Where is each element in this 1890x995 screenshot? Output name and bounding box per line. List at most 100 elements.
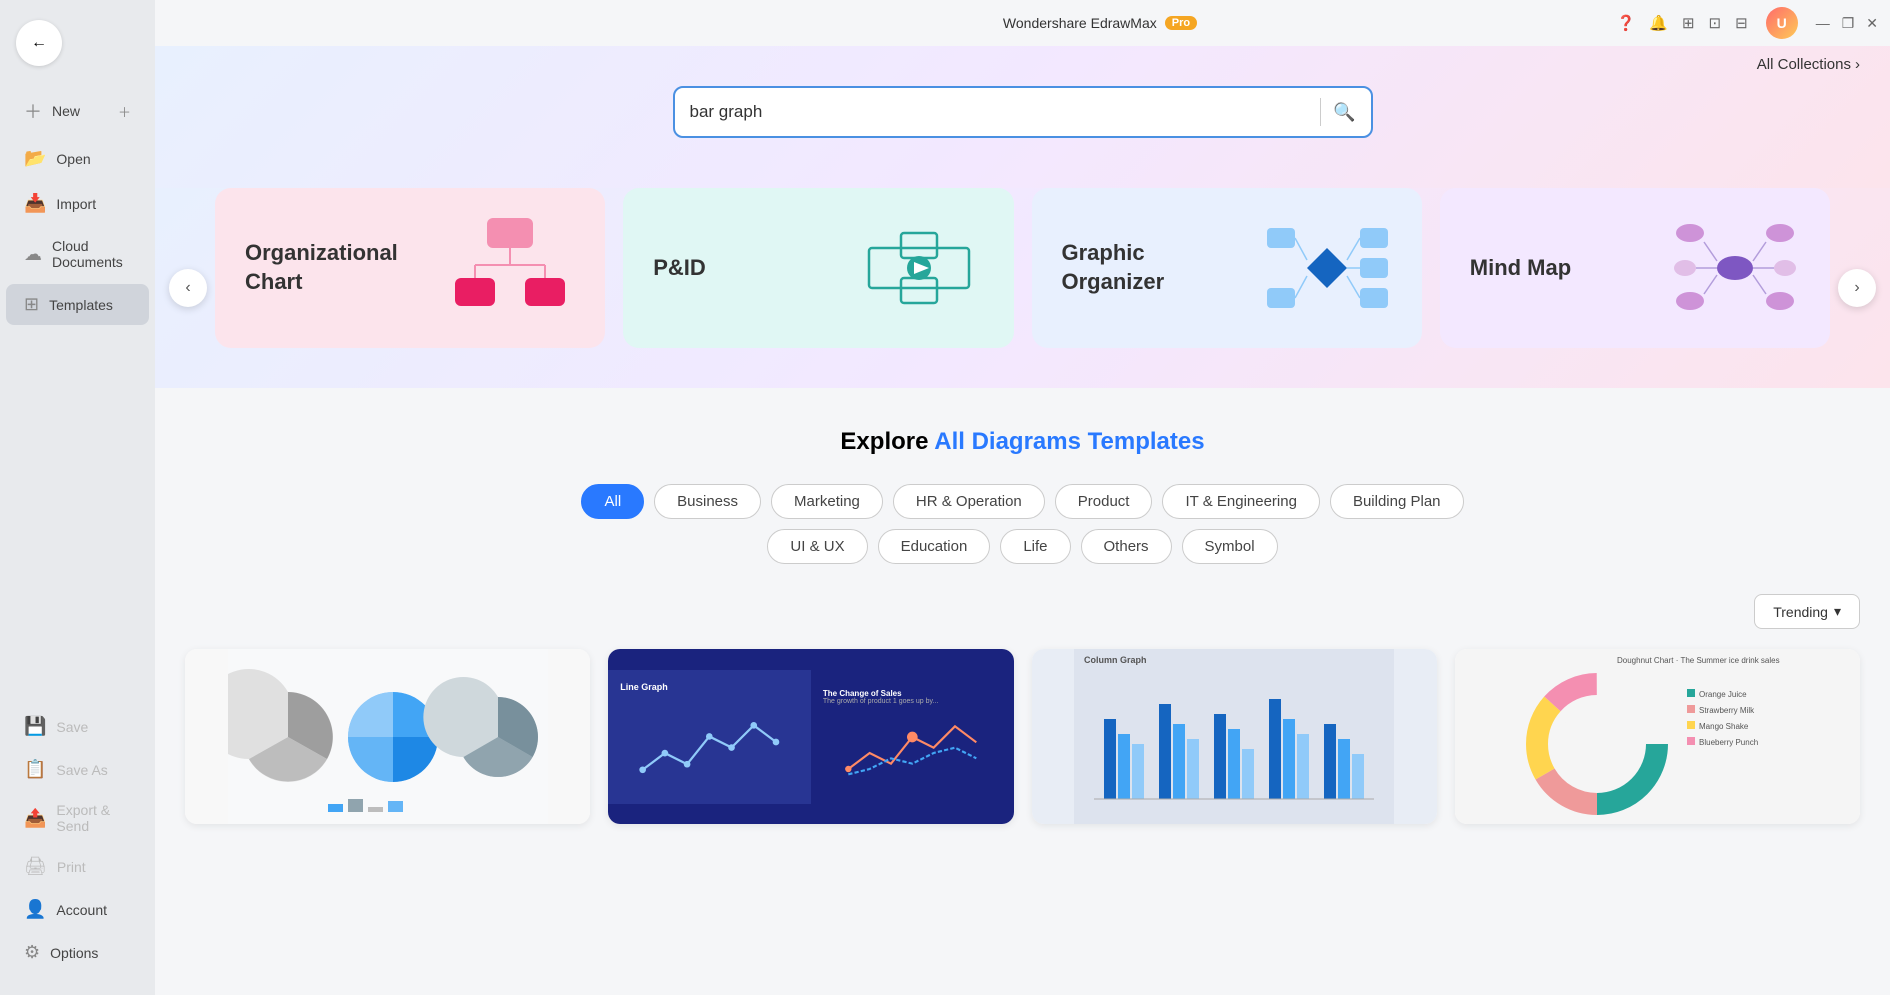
chevron-right-icon: › xyxy=(1855,56,1860,73)
sidebar-item-options[interactable]: ⚙ Options xyxy=(6,932,149,973)
filter-life[interactable]: Life xyxy=(1000,529,1070,564)
explore-section: Explore All Diagrams Templates All Busin… xyxy=(155,388,1890,584)
template-thumbnail-pie xyxy=(185,649,590,824)
sidebar-item-saveas[interactable]: 📋 Save As xyxy=(6,749,149,790)
app-name: Wondershare EdrawMax xyxy=(1003,15,1157,31)
template-card-pie[interactable] xyxy=(185,649,590,824)
sidebar-bottom: 💾 Save 📋 Save As 📤 Export & Send 🖨 Print… xyxy=(0,704,155,985)
search-icon[interactable]: 🔍 xyxy=(1333,102,1355,123)
sidebar-item-label: Save xyxy=(56,719,88,735)
sidebar-item-label: Import xyxy=(56,196,96,212)
template-grid: Line Graph The Change of Sales The g xyxy=(155,639,1890,854)
window-controls: — ❐ ✕ xyxy=(1816,15,1878,32)
carousel: Organizational Chart xyxy=(215,188,1830,348)
sidebar-item-import[interactable]: 📥 Import xyxy=(6,183,149,224)
template-card-doughnut[interactable]: Doughnut Chart · The Summer ice drink sa… xyxy=(1455,649,1860,824)
sidebar-item-save[interactable]: 💾 Save xyxy=(6,706,149,747)
new-icon: ＋ xyxy=(24,98,42,124)
sidebar-item-templates[interactable]: ⊞ Templates xyxy=(6,284,149,325)
sidebar-item-new[interactable]: ＋ New ＋ xyxy=(6,88,149,134)
filter-ui[interactable]: UI & UX xyxy=(767,529,867,564)
back-button[interactable]: ← xyxy=(16,20,62,66)
trending-dropdown[interactable]: Trending ▾ xyxy=(1754,594,1860,629)
carousel-card-img-org xyxy=(445,208,575,328)
titlebar: Wondershare EdrawMax Pro ❓ 🔔 ⊞ ⊡ ⊟ U — ❐… xyxy=(310,0,1890,46)
save-icon: 💾 xyxy=(24,716,46,737)
template-thumbnail-line: Line Graph The Change of Sales The g xyxy=(608,649,1013,824)
import-icon: 📥 xyxy=(24,193,46,214)
sidebar-item-label: Export & Send xyxy=(56,802,131,834)
help-icon[interactable]: ❓ xyxy=(1617,14,1636,32)
cloud-icon: ☁ xyxy=(24,244,42,265)
sidebar-item-print[interactable]: 🖨 Print xyxy=(6,846,149,887)
sidebar-item-cloud[interactable]: ☁ Cloud Documents xyxy=(6,228,149,280)
sidebar-item-export[interactable]: 📤 Export & Send xyxy=(6,792,149,844)
sidebar-item-label: Account xyxy=(56,902,107,918)
sidebar-item-open[interactable]: 📂 Open xyxy=(6,138,149,179)
grid-icon[interactable]: ⊞ xyxy=(1682,14,1695,32)
filter-building[interactable]: Building Plan xyxy=(1330,484,1464,519)
chevron-left-icon: ‹ xyxy=(185,279,190,297)
settings-icon[interactable]: ⊟ xyxy=(1735,14,1748,32)
all-collections-link[interactable]: All Collections › xyxy=(1757,56,1860,73)
minimize-button[interactable]: — xyxy=(1816,15,1830,31)
chevron-right-icon: › xyxy=(1854,279,1859,297)
carousel-wrapper: ‹ Organizational Chart xyxy=(155,188,1890,388)
filter-tabs-row2: UI & UX Education Life Others Symbol xyxy=(185,529,1860,564)
filter-business[interactable]: Business xyxy=(654,484,761,519)
sidebar-item-account[interactable]: 👤 Account xyxy=(6,889,149,930)
carousel-card-graphic-organizer[interactable]: Graphic Organizer xyxy=(1032,188,1422,348)
pro-badge: Pro xyxy=(1165,16,1197,30)
carousel-card-mind-map[interactable]: Mind Map xyxy=(1440,188,1830,348)
search-box: 🔍 xyxy=(673,86,1373,138)
filter-hr[interactable]: HR & Operation xyxy=(893,484,1045,519)
search-input[interactable] xyxy=(690,102,1309,122)
carousel-card-org-chart[interactable]: Organizational Chart xyxy=(215,188,605,348)
search-area: 🔍 xyxy=(155,46,1890,188)
close-button[interactable]: ✕ xyxy=(1866,15,1878,32)
explore-title: Explore All Diagrams Templates xyxy=(185,428,1860,456)
sidebar-item-label: Cloud Documents xyxy=(52,238,131,270)
plus-icon: ＋ xyxy=(118,102,131,121)
toolbar-icons: ❓ 🔔 ⊞ ⊡ ⊟ xyxy=(1617,14,1748,32)
sidebar-item-label: New xyxy=(52,103,80,119)
filter-marketing[interactable]: Marketing xyxy=(771,484,883,519)
options-icon: ⚙ xyxy=(24,942,40,963)
svg-text:Column Graph: Column Graph xyxy=(1084,655,1147,665)
carousel-card-title: Graphic Organizer xyxy=(1062,239,1232,296)
explore-title-normal: Explore xyxy=(840,428,934,455)
cloud-upload-icon[interactable]: ⊡ xyxy=(1709,14,1722,32)
export-icon: 📤 xyxy=(24,808,46,829)
maximize-button[interactable]: ❐ xyxy=(1842,15,1855,32)
template-card-column[interactable]: Column Graph xyxy=(1032,649,1437,824)
main-content: Wondershare EdrawMax Pro ❓ 🔔 ⊞ ⊡ ⊟ U — ❐… xyxy=(155,0,1890,995)
filter-all[interactable]: All xyxy=(581,484,644,519)
carousel-card-title: Mind Map xyxy=(1470,254,1571,283)
avatar-letter: U xyxy=(1777,15,1787,31)
carousel-card-title: P&ID xyxy=(653,254,706,283)
sidebar-item-label: Save As xyxy=(56,762,107,778)
user-avatar[interactable]: U xyxy=(1766,7,1798,39)
filter-others[interactable]: Others xyxy=(1081,529,1172,564)
filter-education[interactable]: Education xyxy=(878,529,991,564)
sidebar-item-label: Options xyxy=(50,945,98,961)
carousel-card-pid[interactable]: P&ID xyxy=(623,188,1013,348)
print-icon: 🖨 xyxy=(24,856,47,877)
open-icon: 📂 xyxy=(24,148,46,169)
filter-symbol[interactable]: Symbol xyxy=(1182,529,1278,564)
back-icon: ← xyxy=(31,34,47,52)
carousel-card-img-mm xyxy=(1670,208,1800,328)
notification-icon[interactable]: 🔔 xyxy=(1649,14,1668,32)
filter-it[interactable]: IT & Engineering xyxy=(1162,484,1319,519)
carousel-next-button[interactable]: › xyxy=(1838,269,1876,307)
titlebar-controls: ❓ 🔔 ⊞ ⊡ ⊟ U — ❐ ✕ xyxy=(1617,7,1878,39)
svg-text:Mango Shake: Mango Shake xyxy=(1699,722,1749,731)
carousel-prev-button[interactable]: ‹ xyxy=(169,269,207,307)
template-card-line[interactable]: Line Graph The Change of Sales The g xyxy=(608,649,1013,824)
account-icon: 👤 xyxy=(24,899,46,920)
svg-text:Strawberry Milk: Strawberry Milk xyxy=(1699,706,1755,715)
svg-text:Orange Juice: Orange Juice xyxy=(1699,690,1747,699)
svg-text:Doughnut Chart · The Summer ic: Doughnut Chart · The Summer ice drink sa… xyxy=(1617,656,1780,665)
filter-product[interactable]: Product xyxy=(1055,484,1153,519)
carousel-card-img-pid xyxy=(854,208,984,328)
